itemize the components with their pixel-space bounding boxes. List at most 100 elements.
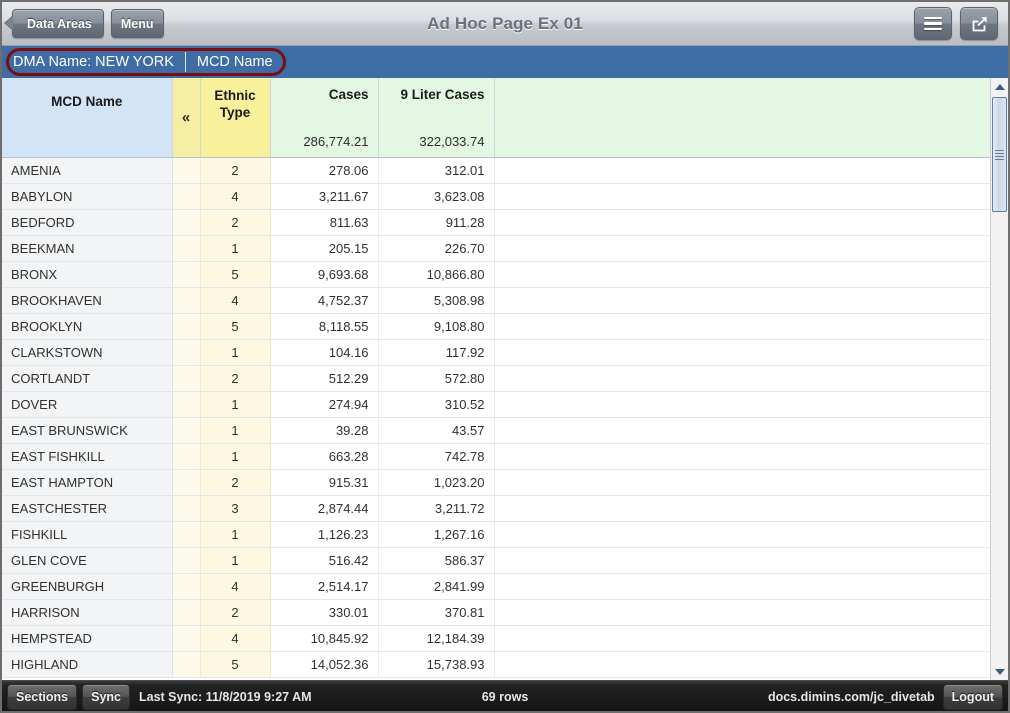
- cell-collapse-spacer: [172, 522, 200, 548]
- footer-bar: Sections Sync Last Sync: 11/8/2019 9:27 …: [2, 680, 1008, 713]
- cell-mcd-name: CLARKSTOWN: [2, 340, 172, 366]
- cell-ethnic-type: 2: [200, 600, 270, 626]
- column-collapse-button[interactable]: «: [172, 78, 200, 158]
- table-row[interactable]: BEEKMAN1205.15226.70: [2, 236, 994, 262]
- cell-ethnic-type: 2: [200, 366, 270, 392]
- logout-button[interactable]: Logout: [943, 684, 1003, 710]
- cell-mcd-name: HIGHLAND: [2, 652, 172, 678]
- cell-collapse-spacer: [172, 626, 200, 652]
- table-row[interactable]: EAST BRUNSWICK139.2843.57: [2, 418, 994, 444]
- cell-empty: [494, 470, 994, 496]
- cell-cases: 274.94: [270, 392, 378, 418]
- cell-mcd-name: EAST HAMPTON: [2, 470, 172, 496]
- cell-empty: [494, 496, 994, 522]
- table-row[interactable]: BROOKHAVEN44,752.375,308.98: [2, 288, 994, 314]
- table-row[interactable]: DOVER1274.94310.52: [2, 392, 994, 418]
- cell-ethnic-type: 2: [200, 210, 270, 236]
- cell-cases: 516.42: [270, 548, 378, 574]
- cell-collapse-spacer: [172, 496, 200, 522]
- vertical-scrollbar[interactable]: [990, 78, 1008, 680]
- collapse-left-chevrons-icon: «: [182, 109, 190, 126]
- cell-empty: [494, 288, 994, 314]
- server-url-text: docs.dimins.com/jc_divetab: [768, 690, 935, 704]
- cell-empty: [494, 574, 994, 600]
- cell-cases: 39.28: [270, 418, 378, 444]
- page-title: Ad Hoc Page Ex 01: [2, 2, 1008, 46]
- hamburger-menu-icon: [924, 14, 942, 34]
- table-row[interactable]: GLEN COVE1516.42586.37: [2, 548, 994, 574]
- last-sync-text: Last Sync: 11/8/2019 9:27 AM: [139, 690, 312, 704]
- cell-mcd-name: BEEKMAN: [2, 236, 172, 262]
- table-row[interactable]: AMENIA2278.06312.01: [2, 158, 994, 184]
- scroll-up-button[interactable]: [991, 78, 1008, 95]
- sections-button[interactable]: Sections: [7, 684, 77, 710]
- table-row[interactable]: HEMPSTEAD410,845.9212,184.39: [2, 626, 994, 652]
- cell-collapse-spacer: [172, 236, 200, 262]
- cell-empty: [494, 626, 994, 652]
- table-row[interactable]: HIGHLAND514,052.3615,738.93: [2, 652, 994, 678]
- grid-header: MCD Name « Ethnic Type Cases: [2, 78, 994, 158]
- cell-9-liter-cases: 12,184.39: [378, 626, 494, 652]
- breadcrumb-item-mcd[interactable]: MCD Name: [197, 54, 284, 70]
- cell-empty: [494, 522, 994, 548]
- cell-9-liter-cases: 43.57: [378, 418, 494, 444]
- table-row[interactable]: CORTLANDT2512.29572.80: [2, 366, 994, 392]
- cell-cases: 2,874.44: [270, 496, 378, 522]
- column-header-9-liter-cases[interactable]: 9 Liter Cases 322,033.74: [378, 78, 494, 158]
- table-row[interactable]: BRONX59,693.6810,866.80: [2, 262, 994, 288]
- cell-9-liter-cases: 1,267.16: [378, 522, 494, 548]
- table-row[interactable]: EAST FISHKILL1663.28742.78: [2, 444, 994, 470]
- cell-mcd-name: AMENIA: [2, 158, 172, 184]
- table-row[interactable]: EASTCHESTER32,874.443,211.72: [2, 496, 994, 522]
- cell-ethnic-type: 1: [200, 522, 270, 548]
- cell-collapse-spacer: [172, 210, 200, 236]
- cell-empty: [494, 392, 994, 418]
- scroll-up-arrow-icon: [995, 84, 1005, 90]
- cell-mcd-name: BRONX: [2, 262, 172, 288]
- scroll-down-button[interactable]: [991, 663, 1008, 680]
- share-button[interactable]: [960, 7, 998, 40]
- cell-mcd-name: EASTCHESTER: [2, 496, 172, 522]
- table-row[interactable]: FISHKILL11,126.231,267.16: [2, 522, 994, 548]
- cell-collapse-spacer: [172, 444, 200, 470]
- cell-cases: 915.31: [270, 470, 378, 496]
- column-header-9-liter-cases-label: 9 Liter Cases: [400, 87, 484, 102]
- column-header-ethnic-type[interactable]: Ethnic Type: [200, 78, 270, 158]
- cell-empty: [494, 340, 994, 366]
- table-row[interactable]: HARRISON2330.01370.81: [2, 600, 994, 626]
- breadcrumb: DMA Name: NEW YORK MCD Name: [2, 46, 284, 78]
- column-header-cases[interactable]: Cases 286,774.21: [270, 78, 378, 158]
- scrollbar-thumb[interactable]: [992, 97, 1007, 212]
- column-header-mcd-name[interactable]: MCD Name: [2, 78, 172, 158]
- cell-cases: 663.28: [270, 444, 378, 470]
- cell-9-liter-cases: 742.78: [378, 444, 494, 470]
- table-row[interactable]: EAST HAMPTON 2915.311,023.20: [2, 470, 994, 496]
- column-header-ethnic-type-label-line2: Type: [220, 105, 251, 120]
- cell-cases: 205.15: [270, 236, 378, 262]
- cell-9-liter-cases: 10,866.80: [378, 262, 494, 288]
- list-menu-button[interactable]: [914, 7, 952, 40]
- cell-mcd-name: FISHKILL: [2, 522, 172, 548]
- cell-collapse-spacer: [172, 262, 200, 288]
- sync-button[interactable]: Sync: [82, 684, 130, 710]
- cell-ethnic-type: 2: [200, 470, 270, 496]
- cell-cases: 3,211.67: [270, 184, 378, 210]
- table-row[interactable]: BROOKLYN58,118.559,108.80: [2, 314, 994, 340]
- table-row[interactable]: GREENBURGH42,514.172,841.99: [2, 574, 994, 600]
- cell-cases: 14,052.36: [270, 652, 378, 678]
- cell-cases: 512.29: [270, 366, 378, 392]
- scroll-down-arrow-icon: [995, 669, 1005, 675]
- table-row[interactable]: BABYLON43,211.673,623.08: [2, 184, 994, 210]
- share-export-icon: [969, 14, 989, 34]
- table-row[interactable]: CLARKSTOWN1104.16117.92: [2, 340, 994, 366]
- cell-empty: [494, 418, 994, 444]
- cell-9-liter-cases: 1,023.20: [378, 470, 494, 496]
- cell-9-liter-cases: 3,211.72: [378, 496, 494, 522]
- cell-mcd-name: GLEN COVE: [2, 548, 172, 574]
- cell-ethnic-type: 1: [200, 392, 270, 418]
- table-row[interactable]: BEDFORD2811.63911.28: [2, 210, 994, 236]
- breadcrumb-item-dma[interactable]: DMA Name: NEW YORK: [13, 54, 185, 70]
- cell-mcd-name: BROOKLYN: [2, 314, 172, 340]
- cell-mcd-name: HARRISON: [2, 600, 172, 626]
- grid-header-row: MCD Name « Ethnic Type Cases: [2, 78, 994, 158]
